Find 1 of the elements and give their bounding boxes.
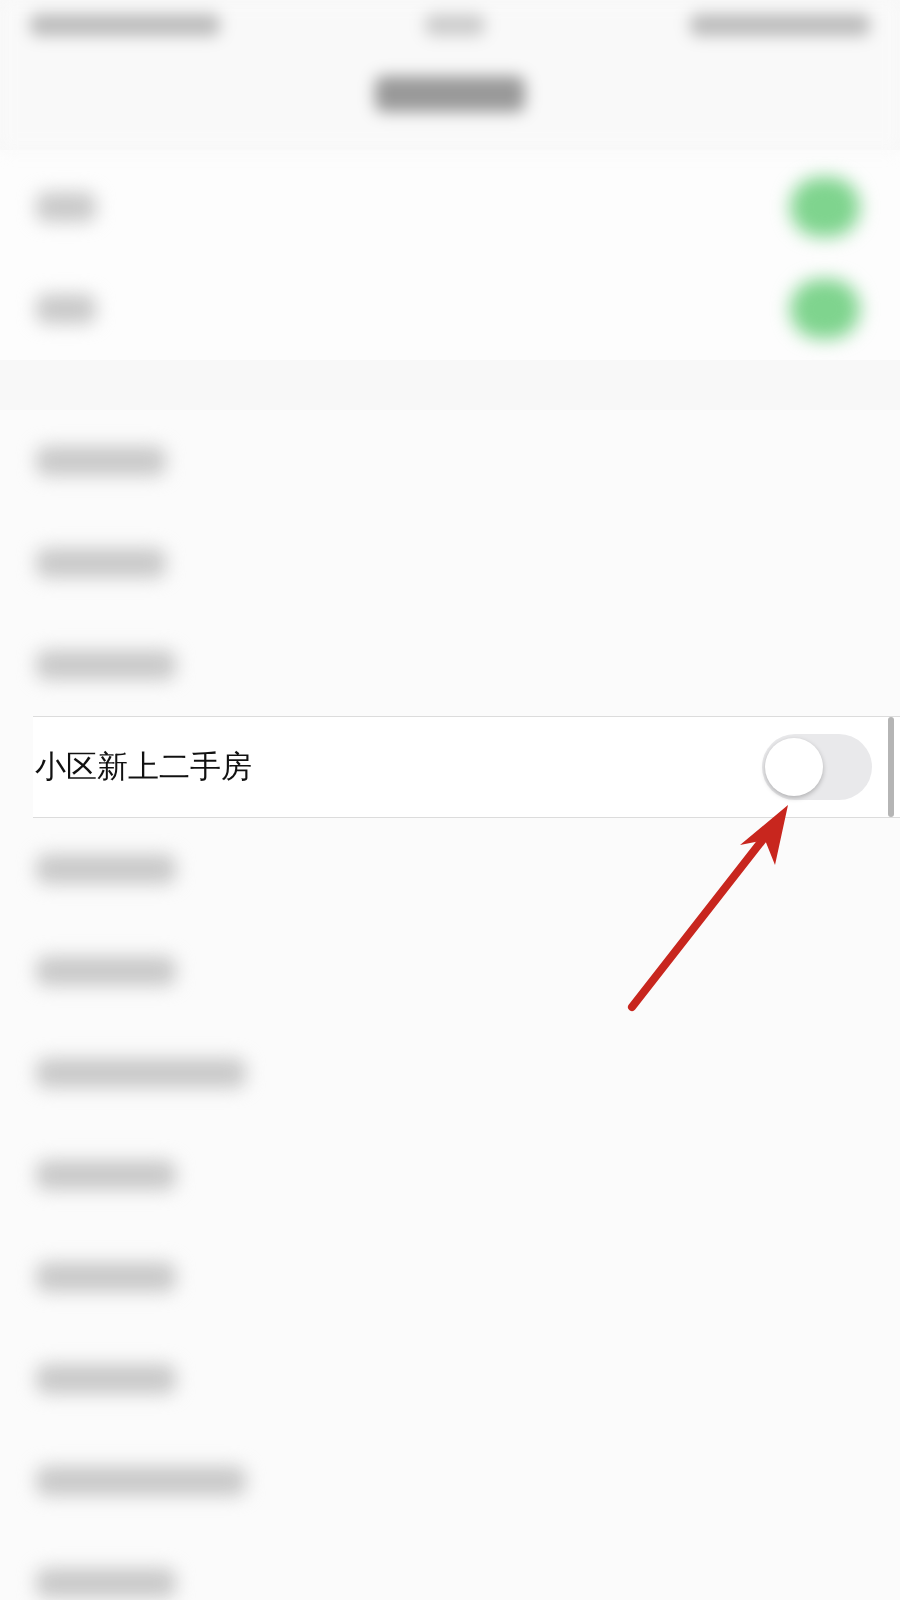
row-label: 小区新上二手房 <box>35 747 252 786</box>
